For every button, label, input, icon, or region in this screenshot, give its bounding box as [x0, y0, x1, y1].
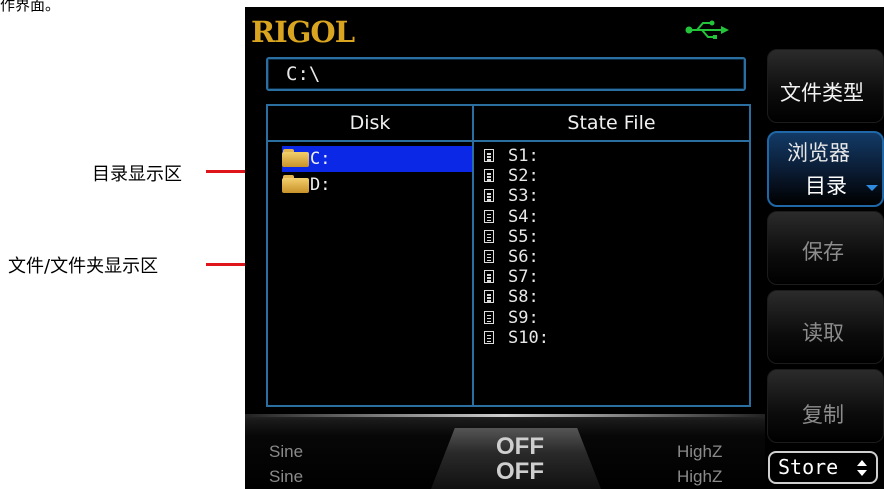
channel-status-bar: Sine Sine OFF OFF HighZ HighZ — [245, 414, 765, 489]
drive-label: D: — [310, 175, 331, 195]
path-field: C:\ — [266, 57, 746, 91]
softkey-label: 读取 — [802, 321, 844, 345]
softkey-label: 保存 — [802, 240, 844, 264]
drive-item-c[interactable]: C: — [282, 146, 472, 172]
softkey-save[interactable]: 保存 — [767, 211, 884, 285]
softkey-read[interactable]: 读取 — [767, 290, 884, 364]
ch1-output-state: OFF — [496, 433, 544, 460]
top-caption: 作界面。 — [0, 0, 61, 14]
file-header: State File — [474, 106, 749, 142]
usb-icon — [685, 20, 729, 39]
softkey-value: 目录 — [805, 174, 847, 198]
drive-item-d[interactable]: D: — [282, 172, 472, 198]
file-item-s4[interactable]: S4: — [474, 207, 749, 227]
directory-area-annotation: 目录显示区 — [92, 164, 182, 185]
document-icon — [484, 229, 494, 243]
path-text: C:\ — [286, 63, 321, 85]
file-item-s5[interactable]: S5: — [474, 227, 749, 247]
document-icon — [484, 290, 494, 304]
file-label: S1: — [508, 146, 539, 166]
document-icon — [484, 310, 494, 324]
folder-icon — [282, 149, 309, 167]
document-icon — [484, 209, 494, 223]
store-menu-button[interactable]: Store — [768, 451, 878, 484]
file-item-s9[interactable]: S9: — [474, 308, 749, 328]
file-item-s3[interactable]: S3: — [474, 186, 749, 206]
file-item-s6[interactable]: S6: — [474, 247, 749, 267]
file-label: S4: — [508, 206, 539, 227]
file-label: S2: — [508, 166, 539, 187]
document-icon — [484, 249, 494, 263]
document-icon — [484, 149, 494, 162]
rigol-logo: RIGOL — [251, 15, 355, 49]
softkey-browser[interactable]: 浏览器 目录 — [767, 131, 884, 207]
instrument-screen: RIGOL C:\ Disk C: D: State File S1: S2: … — [245, 7, 884, 489]
disk-header: Disk — [268, 106, 472, 142]
file-item-s1[interactable]: S1: — [474, 146, 749, 166]
up-down-arrow-icon — [857, 460, 867, 476]
file-label: S6: — [508, 246, 539, 267]
file-label: S7: — [508, 267, 539, 288]
softkey-file-type[interactable]: 文件类型 — [767, 49, 884, 123]
document-icon — [484, 270, 494, 284]
file-label: S3: — [508, 186, 539, 207]
file-label: S9: — [508, 307, 539, 328]
folder-icon — [282, 175, 309, 193]
file-label: S5: — [508, 226, 539, 247]
softkey-label: 复制 — [802, 403, 844, 427]
store-label: Store — [778, 455, 839, 479]
ch1-load: HighZ — [677, 442, 723, 461]
output-state: OFF OFF — [483, 434, 557, 484]
file-panel: State File S1: S2: S3: S4: S5: S6: S7: S… — [474, 106, 749, 405]
softkey-copy[interactable]: 复制 — [767, 369, 884, 443]
file-item-s10[interactable]: S10: — [474, 328, 749, 348]
file-label: S10: — [508, 327, 549, 348]
ch2-output-state: OFF — [496, 458, 544, 485]
file-item-s7[interactable]: S7: — [474, 267, 749, 287]
file-browser: Disk C: D: State File S1: S2: S3: S4: S5… — [266, 104, 751, 407]
drive-label: C: — [310, 149, 331, 169]
file-label: S8: — [508, 287, 539, 308]
ch1-waveform: Sine — [269, 442, 304, 461]
chevron-down-icon — [866, 185, 878, 191]
document-icon — [484, 189, 494, 203]
ch2-waveform: Sine — [269, 467, 304, 486]
softkey-label: 浏览器 — [787, 141, 850, 165]
file-item-s2[interactable]: S2: — [474, 166, 749, 186]
ch2-load: HighZ — [677, 467, 723, 486]
file-item-s8[interactable]: S8: — [474, 287, 749, 307]
document-icon — [484, 169, 494, 183]
document-icon — [484, 330, 494, 344]
disk-panel: Disk C: D: — [268, 106, 474, 405]
softkey-label: 文件类型 — [780, 81, 864, 105]
file-area-annotation: 文件/文件夹显示区 — [8, 256, 159, 277]
